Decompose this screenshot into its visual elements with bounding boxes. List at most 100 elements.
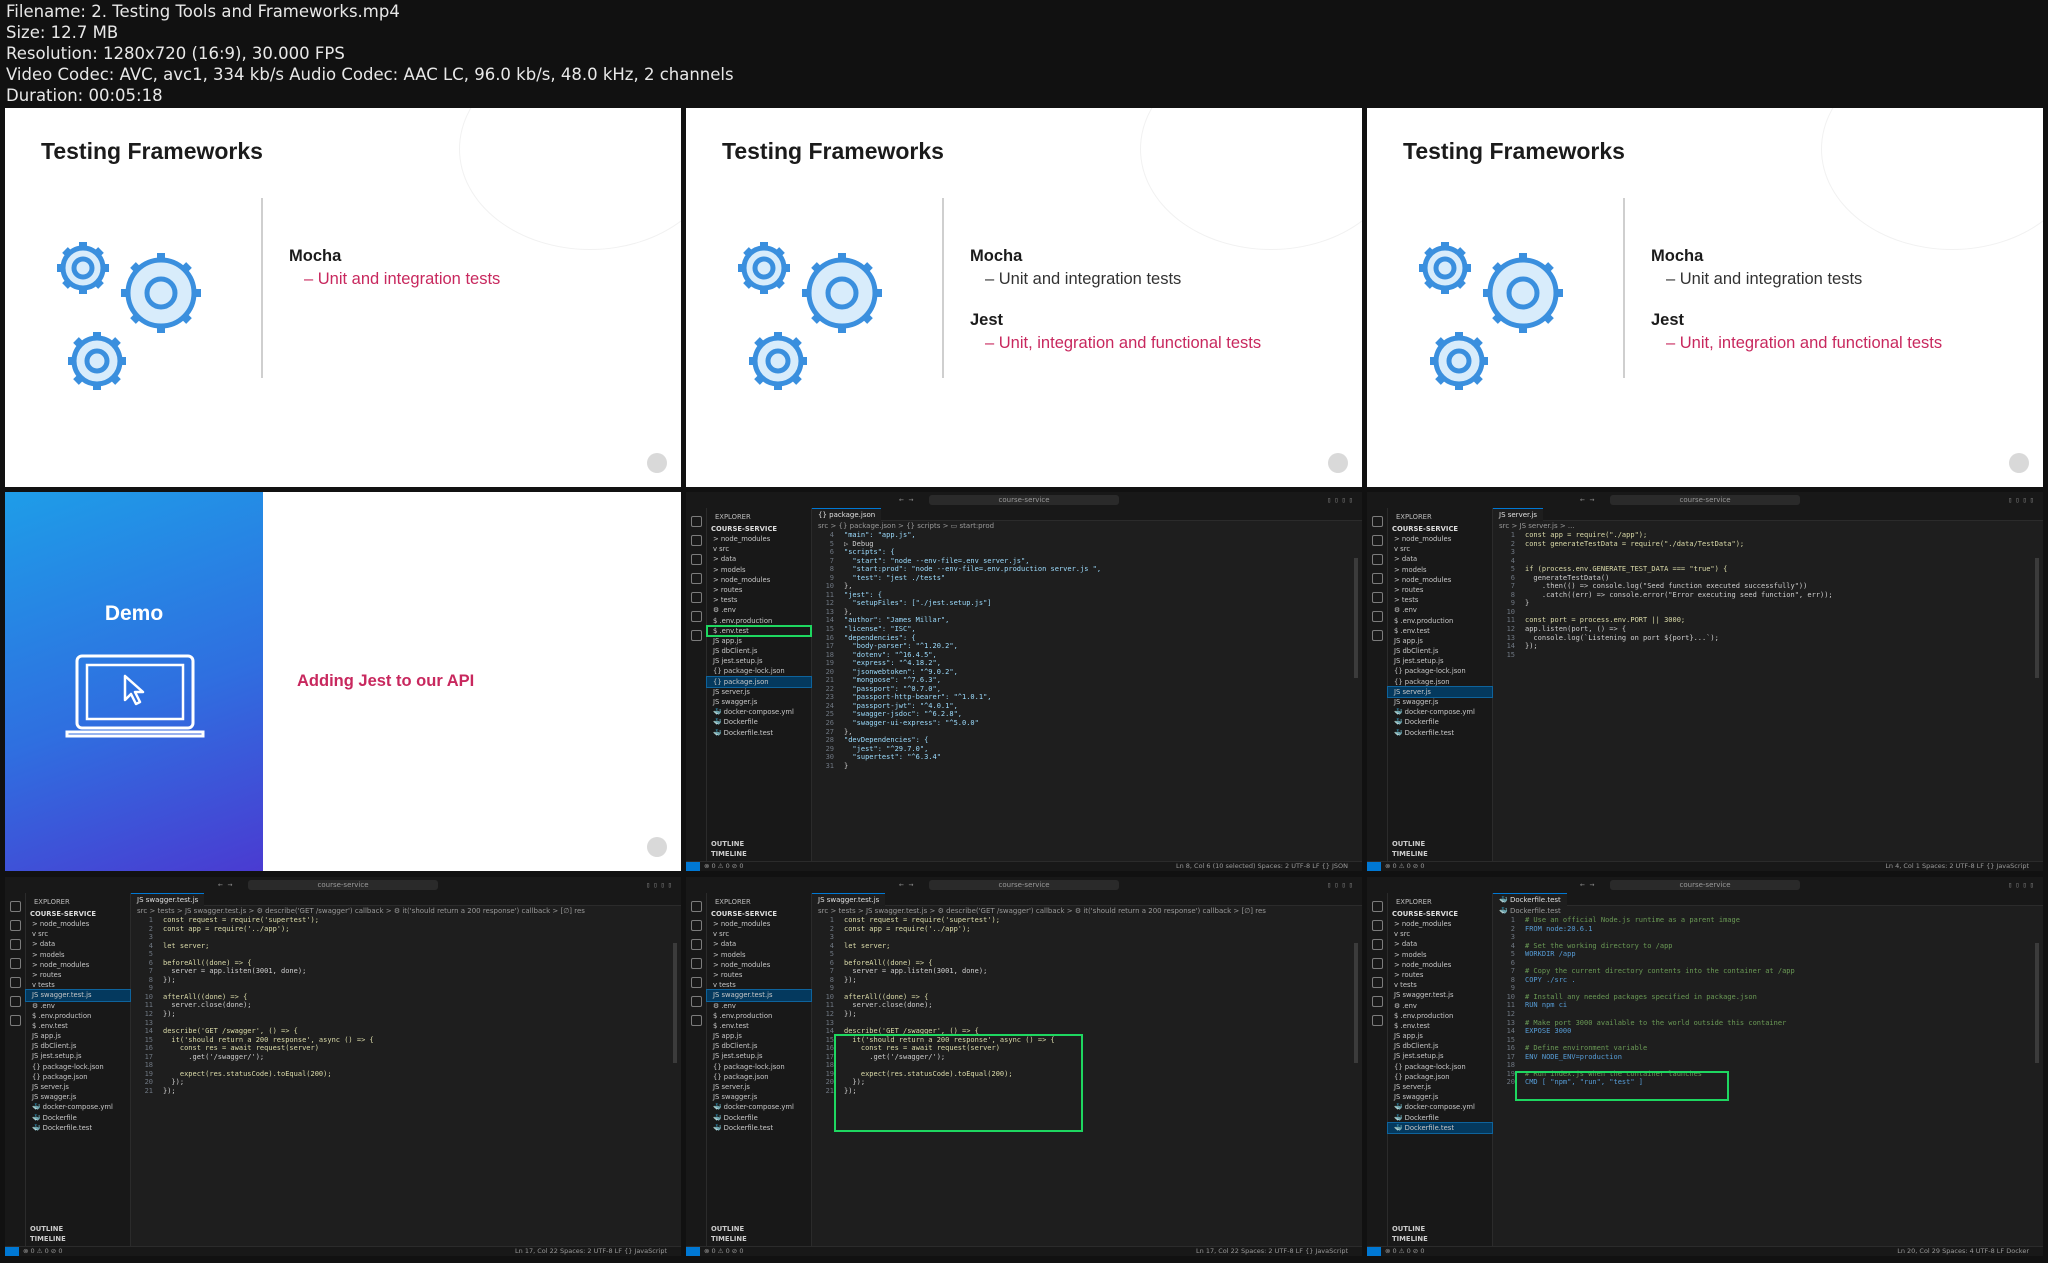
editor-scrollbar[interactable]: [1354, 558, 1358, 678]
run-debug-icon[interactable]: [1371, 939, 1383, 950]
nav-arrows-icon[interactable]: ← →: [899, 880, 913, 889]
file-tree-item[interactable]: {} package.json: [26, 1072, 130, 1082]
file-tree-item[interactable]: > routes: [707, 585, 811, 595]
file-tree-item[interactable]: JS server.js: [1387, 685, 1493, 699]
workspace-root[interactable]: COURSE-SERVICE: [1388, 908, 1492, 919]
file-tree-item[interactable]: > models: [1388, 565, 1492, 575]
file-tree-item[interactable]: $ .env.test: [1388, 1021, 1492, 1031]
workspace-root[interactable]: COURSE-SERVICE: [707, 523, 811, 534]
file-tree-item[interactable]: > routes: [26, 970, 130, 980]
thumbnail-slide-2[interactable]: Testing Frameworks Mocha – Unit and inte…: [686, 108, 1362, 487]
file-tree-item[interactable]: $ .env.test: [1388, 626, 1492, 636]
editor-scrollbar[interactable]: [673, 943, 677, 1063]
search-icon[interactable]: [690, 535, 702, 546]
file-tree-item[interactable]: ⚙ .env: [1388, 1001, 1492, 1011]
file-tree-item[interactable]: > node_modules: [1388, 919, 1492, 929]
breadcrumb[interactable]: src > JS server.js > ...: [1493, 521, 2043, 531]
file-tree-item[interactable]: v src: [1388, 929, 1492, 939]
file-tree-item[interactable]: JS server.js: [26, 1082, 130, 1092]
file-tree-item[interactable]: 🐳 Dockerfile: [707, 1113, 811, 1123]
file-tree-item[interactable]: {} package-lock.json: [26, 1062, 130, 1072]
file-tree-item[interactable]: > models: [1388, 950, 1492, 960]
file-tree-item[interactable]: {} package-lock.json: [1388, 1062, 1492, 1072]
thumbnail-vscode-dockerfile-test[interactable]: ← → course-service ▯▯▯▯ EXPLORER COURSE-SERV…: [1367, 877, 2043, 1256]
file-tree-item[interactable]: > routes: [1388, 970, 1492, 980]
file-tree-item[interactable]: JS dbClient.js: [1388, 646, 1492, 656]
timeline-section[interactable]: TIMELINE: [30, 1235, 66, 1245]
file-tree-item[interactable]: v tests: [26, 980, 130, 990]
file-tree-item[interactable]: 🐳 docker-compose.yml: [707, 707, 811, 717]
file-tree-item[interactable]: > routes: [707, 970, 811, 980]
chat-icon[interactable]: [1371, 1015, 1383, 1026]
file-tree-item[interactable]: > node_modules: [707, 534, 811, 544]
editor-tab[interactable]: 🐳 Dockerfile.test: [1493, 893, 1567, 906]
file-tree-item[interactable]: 🐳 docker-compose.yml: [1388, 707, 1492, 717]
file-tree-item[interactable]: {} package.json: [1388, 1072, 1492, 1082]
run-debug-icon[interactable]: [9, 939, 21, 950]
file-tree-item[interactable]: 🐳 docker-compose.yml: [26, 1102, 130, 1112]
file-tree-item[interactable]: JS dbClient.js: [1388, 1041, 1492, 1051]
file-tree-item[interactable]: JS app.js: [707, 1031, 811, 1041]
run-debug-icon[interactable]: [690, 554, 702, 565]
editor-scrollbar[interactable]: [2035, 943, 2039, 1063]
file-tree-item[interactable]: > tests: [707, 595, 811, 605]
files-icon[interactable]: [690, 516, 702, 527]
file-tree-item[interactable]: ⚙ .env: [26, 1001, 130, 1011]
layout-buttons-icon[interactable]: ▯▯▯▯: [646, 881, 675, 889]
remote-indicator-icon[interactable]: [686, 862, 700, 871]
file-tree-item[interactable]: > data: [1388, 554, 1492, 564]
remote-icon[interactable]: [690, 611, 702, 622]
outline-section[interactable]: OUTLINE: [1392, 840, 1428, 850]
file-tree-item[interactable]: v src: [26, 929, 130, 939]
files-icon[interactable]: [1371, 901, 1383, 912]
file-tree-item[interactable]: JS jest.setup.js: [1388, 656, 1492, 666]
command-search[interactable]: course-service: [929, 880, 1119, 890]
thumbnail-vscode-package-json[interactable]: ← → course-service ▯▯▯▯ EXPLORER COURSE-SERV…: [686, 492, 1362, 871]
breadcrumb[interactable]: src > tests > JS swagger.test.js > ⚙ des…: [131, 906, 681, 916]
files-icon[interactable]: [690, 901, 702, 912]
file-tree-item[interactable]: JS swagger.js: [1388, 1092, 1492, 1102]
file-tree-item[interactable]: > node_modules: [1388, 960, 1492, 970]
file-tree-item[interactable]: v src: [707, 544, 811, 554]
editor-scrollbar[interactable]: [2035, 558, 2039, 678]
problems-count[interactable]: ⊗ 0 ⚠ 0 ⊘ 0: [23, 1247, 62, 1256]
extensions-icon[interactable]: [1371, 592, 1383, 603]
file-tree-item[interactable]: $ .env.production: [707, 616, 811, 626]
layout-buttons-icon[interactable]: ▯▯▯▯: [2008, 496, 2037, 504]
file-tree-item[interactable]: JS jest.setup.js: [26, 1051, 130, 1061]
thumbnail-vscode-swagger-test[interactable]: ← → course-service ▯▯▯▯ EXPLORER COURSE-SERV…: [5, 877, 681, 1256]
outline-section[interactable]: OUTLINE: [711, 1225, 747, 1235]
timeline-section[interactable]: TIMELINE: [1392, 850, 1428, 860]
file-tree-item[interactable]: v src: [1388, 544, 1492, 554]
source-control-icon[interactable]: [1371, 573, 1383, 584]
code-editor[interactable]: 1 # Use an official Node.js runtime as a …: [1493, 916, 2043, 1101]
nav-arrows-icon[interactable]: ← →: [1580, 495, 1594, 504]
file-tree-item[interactable]: ⚙ .env: [707, 605, 811, 615]
problems-count[interactable]: ⊗ 0 ⚠ 0 ⊘ 0: [704, 862, 743, 871]
file-tree-item[interactable]: $ .env.production: [1388, 1011, 1492, 1021]
source-control-icon[interactable]: [9, 958, 21, 969]
timeline-section[interactable]: TIMELINE: [1392, 1235, 1428, 1245]
code-editor[interactable]: 1 const app = require("./app"); 2 const gen…: [1493, 531, 2043, 659]
file-tree-item[interactable]: JS swagger.js: [1388, 697, 1492, 707]
run-debug-icon[interactable]: [690, 939, 702, 950]
thumbnail-demo-slide[interactable]: Demo Adding Jest to our API: [5, 492, 681, 871]
outline-section[interactable]: OUTLINE: [30, 1225, 66, 1235]
file-tree-item[interactable]: {} package.json: [706, 675, 812, 688]
file-tree-item[interactable]: $ .env.test: [707, 1021, 811, 1031]
code-editor[interactable]: 1 const request = require('supertest'); 2 c…: [812, 916, 1362, 1132]
remote-indicator-icon[interactable]: [5, 1247, 19, 1256]
problems-count[interactable]: ⊗ 0 ⚠ 0 ⊘ 0: [1385, 862, 1424, 871]
layout-buttons-icon[interactable]: ▯▯▯▯: [1327, 496, 1356, 504]
remote-icon[interactable]: [690, 996, 702, 1007]
thumbnail-slide-3[interactable]: Testing Frameworks Mocha – Unit and inte…: [1367, 108, 2043, 487]
thumbnail-slide-1[interactable]: Testing Frameworks Mocha – Unit and inte…: [5, 108, 681, 487]
remote-icon[interactable]: [1371, 611, 1383, 622]
command-search[interactable]: course-service: [1610, 880, 1800, 890]
file-tree-item[interactable]: JS dbClient.js: [707, 1041, 811, 1051]
file-tree-item[interactable]: JS dbClient.js: [707, 646, 811, 656]
file-tree-item[interactable]: 🐳 Dockerfile: [1388, 717, 1492, 727]
file-tree-item[interactable]: 🐳 Dockerfile.test: [1388, 728, 1492, 738]
nav-arrows-icon[interactable]: ← →: [218, 880, 232, 889]
editor-tab[interactable]: JS swagger.test.js: [812, 893, 886, 906]
